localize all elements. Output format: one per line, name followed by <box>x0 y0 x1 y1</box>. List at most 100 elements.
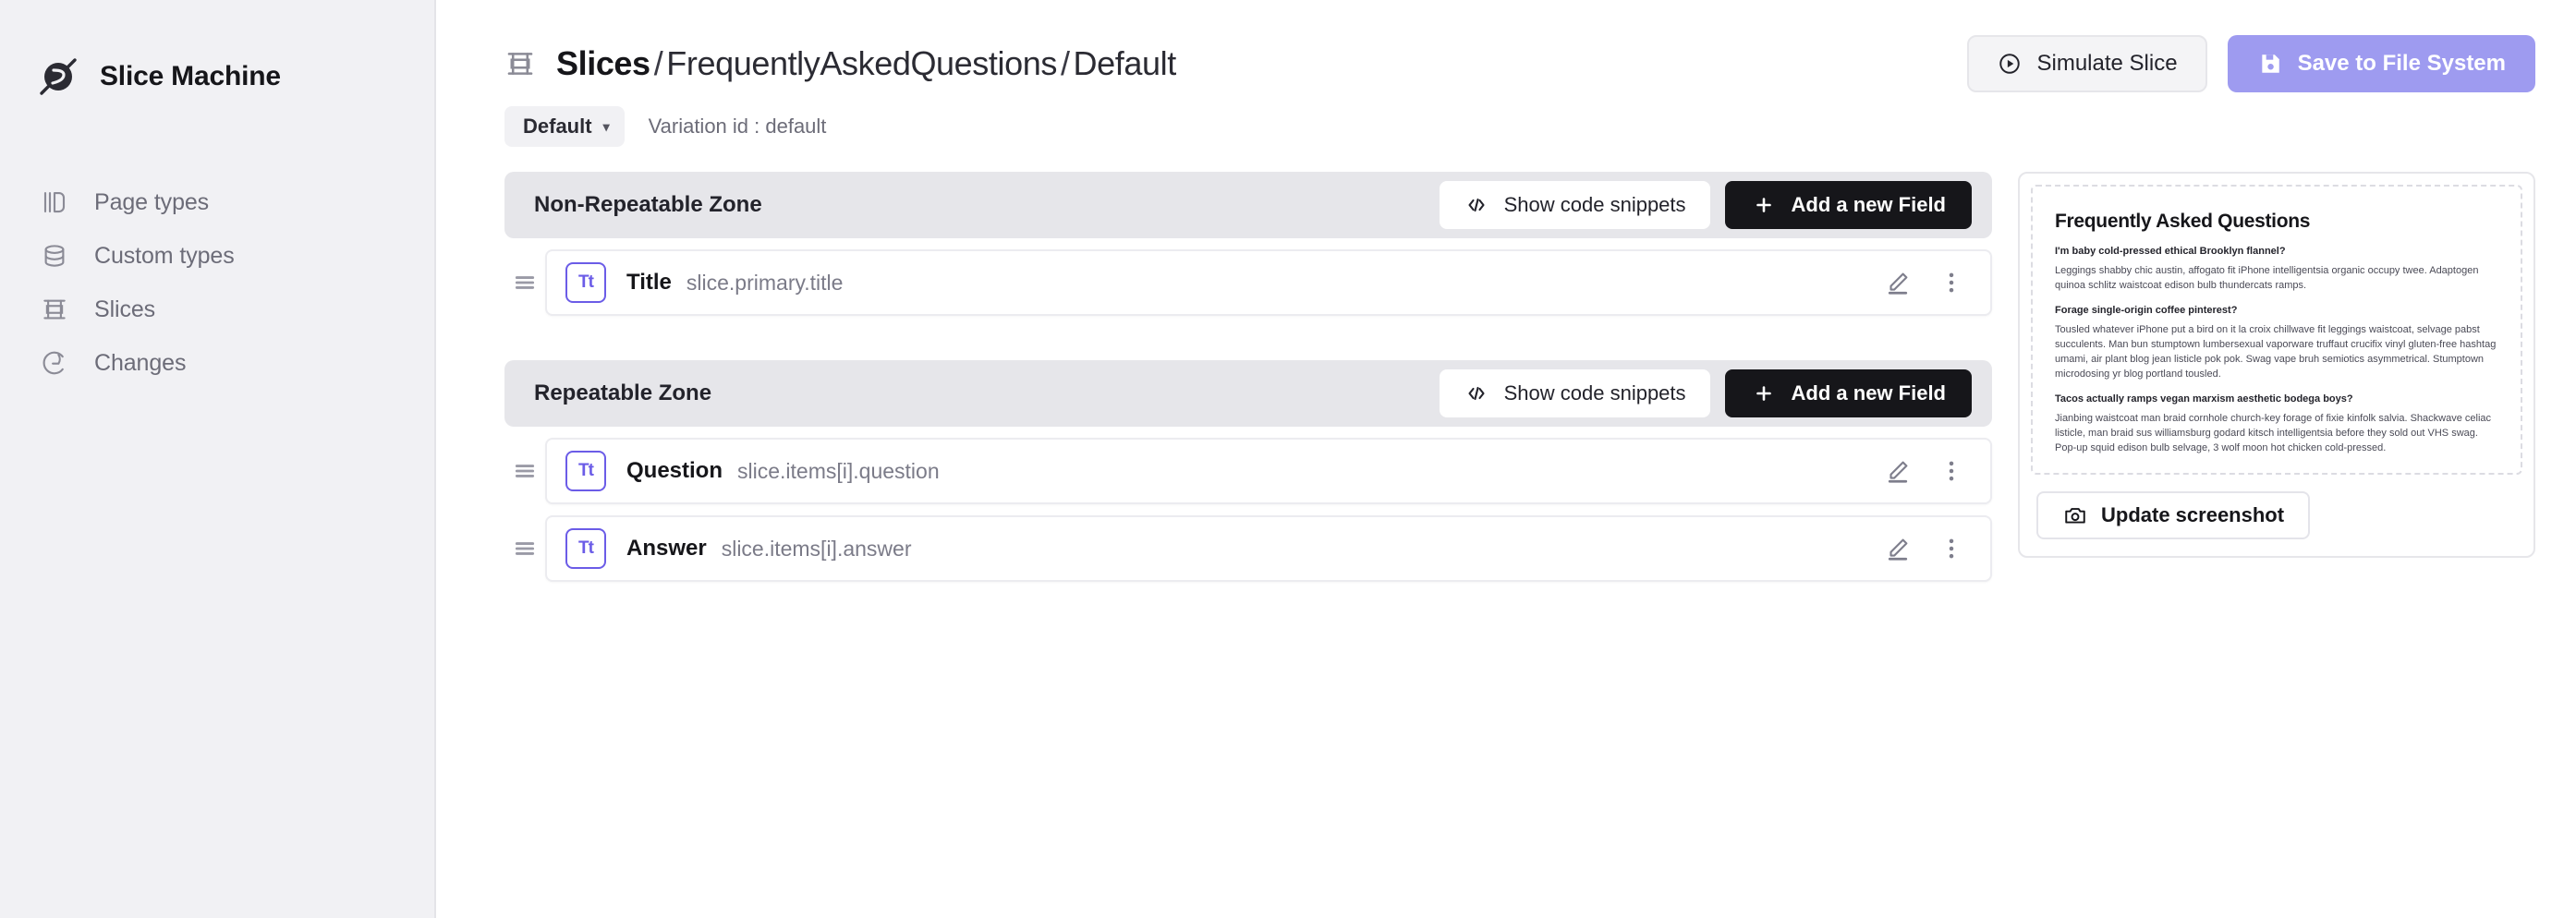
slice-screenshot: Frequently Asked Questions I'm baby cold… <box>2031 185 2522 475</box>
sidebar-item-label: Page types <box>94 189 209 216</box>
variation-bar: Default ▾ Variation id : default <box>436 96 2576 151</box>
sidebar-item-page-types[interactable]: Page types <box>0 175 434 229</box>
sidebar: Slice Machine Page types <box>0 0 436 918</box>
row-spacer <box>504 504 1992 515</box>
edit-pencil-icon[interactable] <box>1879 530 1916 567</box>
field-row: Tt Title slice.primary.title <box>504 249 1992 316</box>
database-icon <box>39 240 70 272</box>
drag-handle-icon[interactable] <box>504 537 545 561</box>
slice-preview-panel: Frequently Asked Questions I'm baby cold… <box>2018 172 2535 558</box>
show-code-snippets-button[interactable]: Show code snippets <box>1440 181 1710 229</box>
field-card-question[interactable]: Tt Question slice.items[i].question <box>545 438 1992 504</box>
sidebar-item-slices[interactable]: Slices <box>0 283 434 336</box>
camera-icon <box>2062 502 2088 528</box>
variation-dropdown-label: Default <box>523 115 592 139</box>
sidebar-item-label: Slices <box>94 296 155 323</box>
update-screenshot-button[interactable]: Update screenshot <box>2036 491 2310 539</box>
screenshot-question: I'm baby cold-pressed ethical Brooklyn f… <box>2055 246 2498 257</box>
show-code-snippets-label: Show code snippets <box>1504 381 1686 405</box>
text-field-type-icon: Tt <box>565 262 606 303</box>
preview-footer: Update screenshot <box>2031 475 2522 545</box>
edit-pencil-icon[interactable] <box>1879 264 1916 301</box>
field-api-id: slice.items[i].answer <box>722 537 912 562</box>
add-a-new-field-button[interactable]: Add a new Field <box>1725 181 1972 229</box>
field-api-id: slice.items[i].question <box>737 459 940 484</box>
breadcrumb-separator: / <box>1057 44 1074 82</box>
topbar: Slices/FrequentlyAskedQuestions/Default … <box>436 0 2576 96</box>
sidebar-item-custom-types[interactable]: Custom types <box>0 229 434 283</box>
text-field-type-icon: Tt <box>565 528 606 569</box>
topbar-actions: Simulate Slice Save to File System <box>1967 35 2536 92</box>
field-card-answer[interactable]: Tt Answer slice.items[i].answer <box>545 515 1992 582</box>
zone-actions: Show code snippets Add a new Field <box>1440 369 1972 417</box>
drag-handle-icon[interactable] <box>504 459 545 483</box>
screenshot-answer: Tousled whatever iPhone put a bird on it… <box>2055 322 2498 382</box>
field-card-title[interactable]: Tt Title slice.primary.title <box>545 249 1992 316</box>
zone-title: Non-Repeatable Zone <box>534 192 762 218</box>
field-name: Answer <box>626 536 707 562</box>
slices-icon <box>504 48 536 79</box>
zone-header-non-repeatable: Non-Repeatable Zone Show code snippets <box>504 172 1992 238</box>
page-types-icon <box>39 187 70 218</box>
field-row: Tt Question slice.items[i].question <box>504 438 1992 504</box>
brand-name: Slice Machine <box>100 61 281 92</box>
chevron-down-icon: ▾ <box>603 120 610 133</box>
field-actions <box>1879 530 1970 567</box>
zone-title: Repeatable Zone <box>534 380 711 406</box>
simulate-slice-button[interactable]: Simulate Slice <box>1967 35 2207 92</box>
add-a-new-field-button[interactable]: Add a new Field <box>1725 369 1972 417</box>
simulate-slice-label: Simulate Slice <box>2037 51 2178 77</box>
field-row: Tt Answer slice.items[i].answer <box>504 515 1992 582</box>
breadcrumb-variation: Default <box>1074 44 1176 82</box>
field-name: Question <box>626 458 723 484</box>
field-actions <box>1879 264 1970 301</box>
more-options-icon[interactable] <box>1933 264 1970 301</box>
floppy-disk-icon <box>2257 51 2283 77</box>
breadcrumb-root[interactable]: Slices <box>556 44 650 82</box>
sidebar-item-label: Custom types <box>94 243 235 270</box>
breadcrumb: Slices/FrequentlyAskedQuestions/Default <box>556 44 1176 83</box>
field-name: Title <box>626 270 672 296</box>
screenshot-answer: Jianbing waistcoat man braid cornhole ch… <box>2055 411 2498 456</box>
save-to-file-system-button[interactable]: Save to File System <box>2228 35 2535 92</box>
add-a-new-field-label: Add a new Field <box>1792 381 1946 405</box>
variation-dropdown[interactable]: Default ▾ <box>504 106 625 147</box>
zone-header-repeatable: Repeatable Zone Show code snippets <box>504 360 1992 427</box>
code-icon <box>1464 192 1489 218</box>
save-to-file-system-label: Save to File System <box>2298 51 2506 77</box>
slices-icon <box>39 294 70 325</box>
screenshot-question: Tacos actually ramps vegan marxism aesth… <box>2055 393 2498 405</box>
sidebar-item-changes[interactable]: Changes <box>0 336 434 390</box>
screenshot-title: Frequently Asked Questions <box>2055 211 2498 233</box>
code-icon <box>1464 380 1489 406</box>
more-options-icon[interactable] <box>1933 530 1970 567</box>
field-actions <box>1879 453 1970 489</box>
edit-pencil-icon[interactable] <box>1879 453 1916 489</box>
breadcrumb-slice: FrequentlyAskedQuestions <box>666 44 1057 82</box>
screenshot-answer: Leggings shabby chic austin, affogato fi… <box>2055 263 2498 294</box>
changes-icon <box>39 347 70 379</box>
sidebar-item-label: Changes <box>94 350 186 377</box>
zone-actions: Show code snippets Add a new Field <box>1440 181 1972 229</box>
drag-handle-icon[interactable] <box>504 271 545 295</box>
add-a-new-field-label: Add a new Field <box>1792 193 1946 217</box>
breadcrumb-separator: / <box>650 44 667 82</box>
slice-machine-logo-icon <box>37 55 79 98</box>
main-area: Slices/FrequentlyAskedQuestions/Default … <box>436 0 2576 918</box>
plus-icon <box>1751 380 1777 406</box>
update-screenshot-label: Update screenshot <box>2101 503 2284 527</box>
sidebar-nav: Page types Custom types <box>0 175 434 390</box>
play-circle-icon <box>1997 51 2023 77</box>
variation-id-text: Variation id : default <box>649 115 827 139</box>
app-root: Slice Machine Page types <box>0 0 2576 918</box>
brand[interactable]: Slice Machine <box>0 0 434 98</box>
zones-column: Non-Repeatable Zone Show code snippets <box>504 172 1992 582</box>
more-options-icon[interactable] <box>1933 453 1970 489</box>
text-field-type-icon: Tt <box>565 451 606 491</box>
content-area: Non-Repeatable Zone Show code snippets <box>436 151 2576 582</box>
zone-spacer <box>504 316 1992 360</box>
plus-icon <box>1751 192 1777 218</box>
show-code-snippets-button[interactable]: Show code snippets <box>1440 369 1710 417</box>
field-api-id: slice.primary.title <box>687 271 844 296</box>
show-code-snippets-label: Show code snippets <box>1504 193 1686 217</box>
